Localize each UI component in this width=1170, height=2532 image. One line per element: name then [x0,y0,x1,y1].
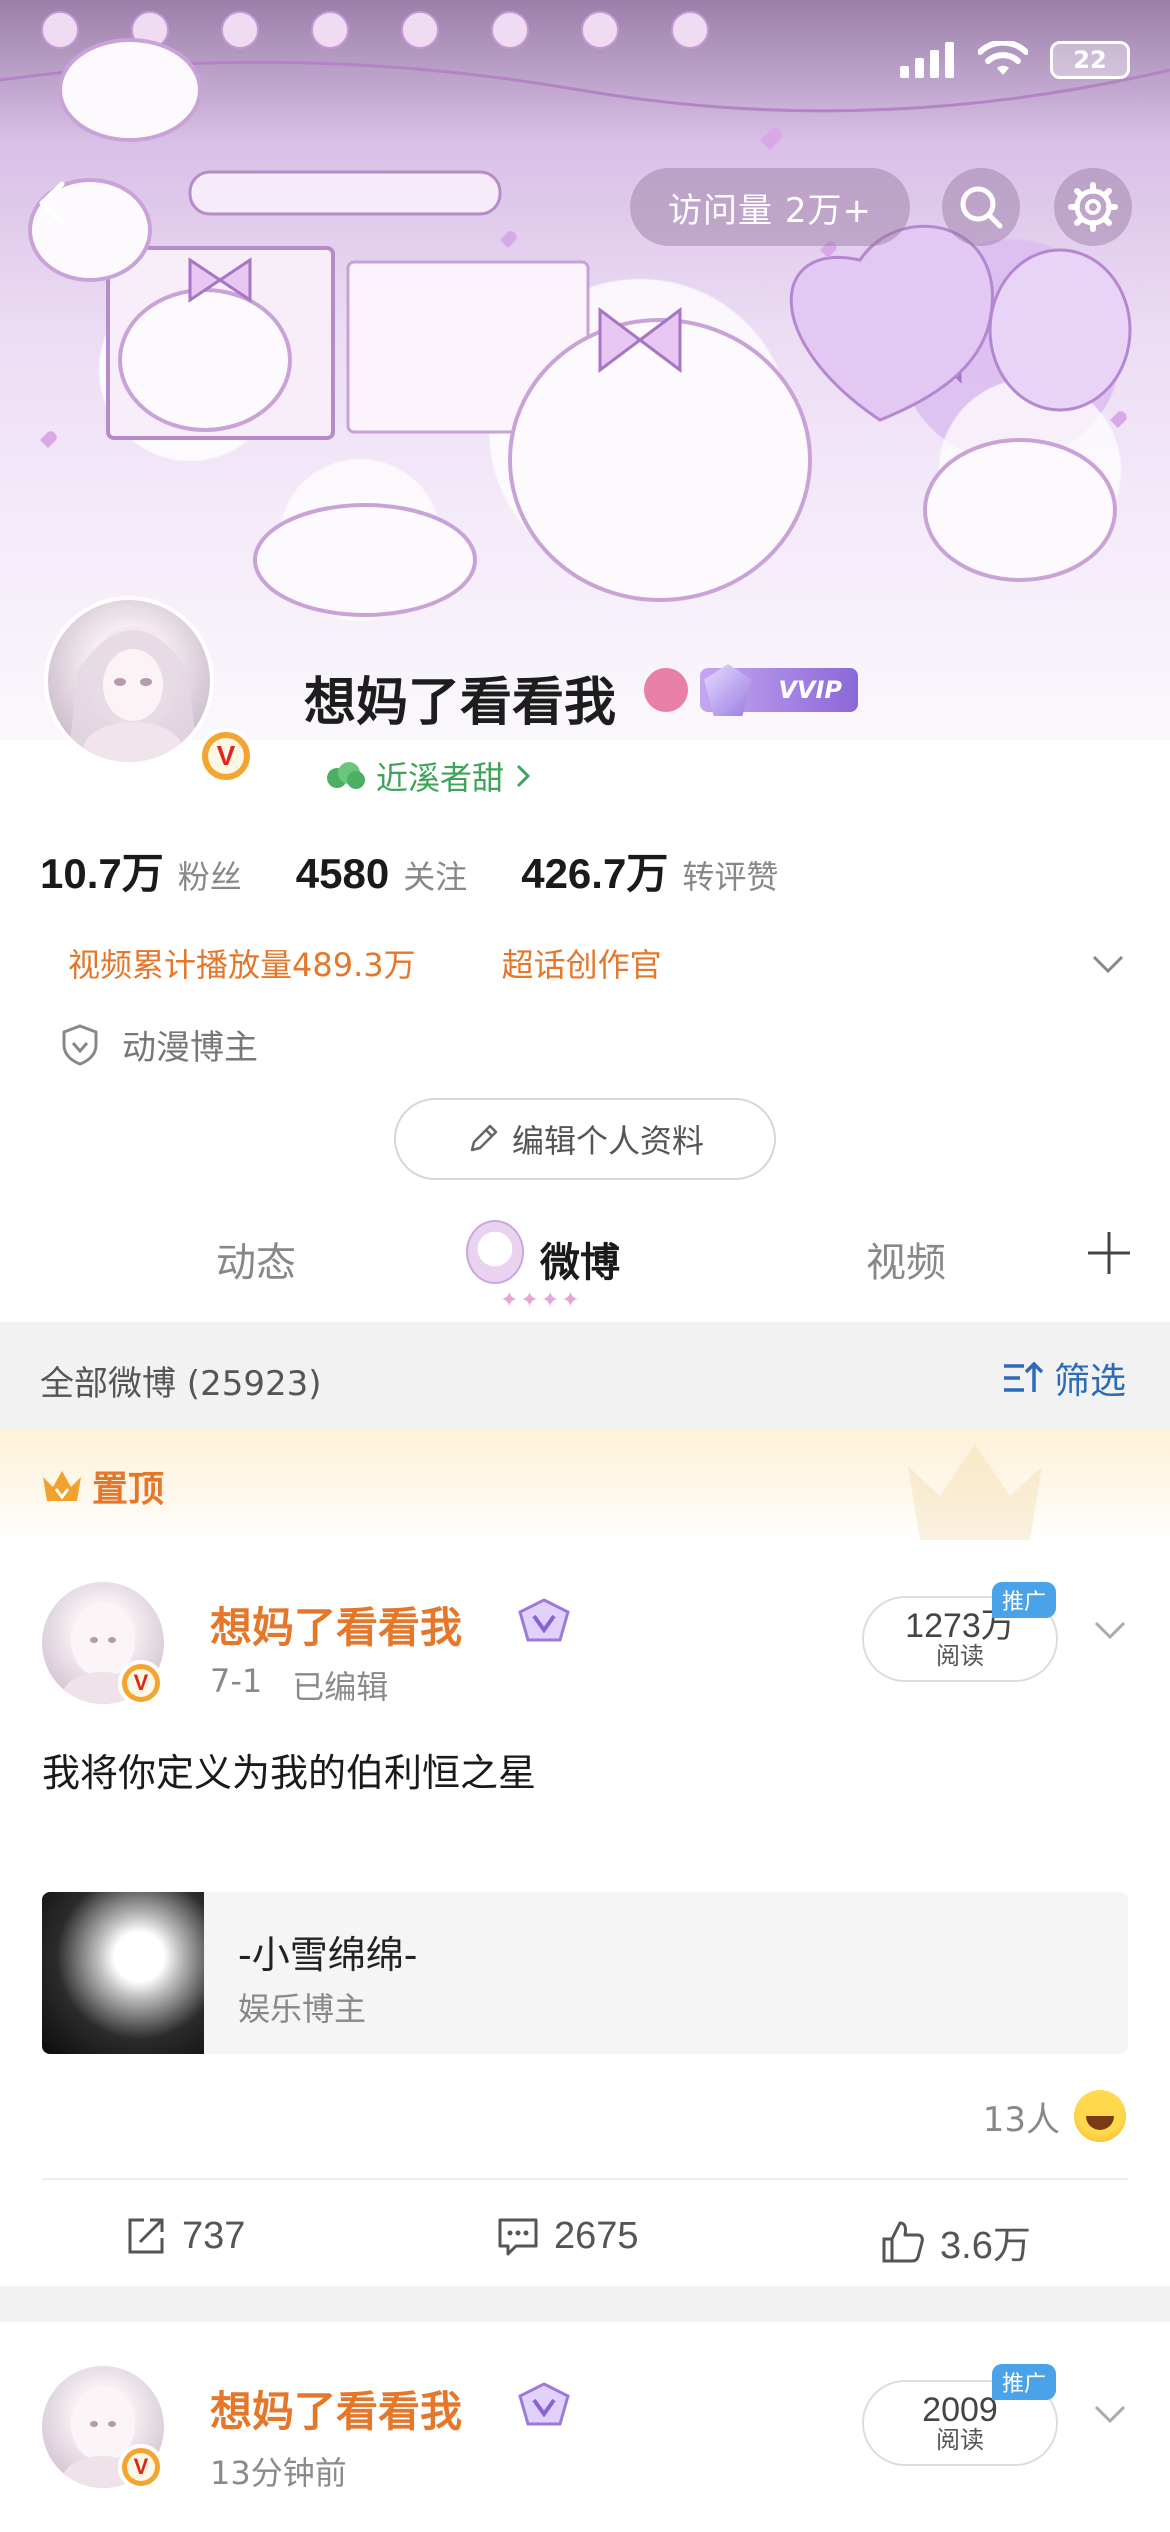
comment-button[interactable]: 2675 [496,2214,639,2258]
battery-indicator: 22 [1050,41,1130,79]
promote-badge[interactable]: 推广 [992,2364,1056,2400]
post-author-name[interactable]: 想妈了看看我 [210,1594,462,1655]
stat-following[interactable]: 4580 关注 [296,850,467,898]
add-tab-icon[interactable] [1084,1228,1134,1278]
tab-weibo[interactable]: 微博 [540,1230,620,1288]
settings-button[interactable] [1054,168,1132,246]
shared-profile-thumbnail [42,1892,204,2054]
vvip-icon [518,1598,570,1642]
video-play-count-link[interactable]: 视频累计播放量489.3万 [68,940,416,986]
chevron-right-icon [516,764,531,788]
profile-tag-label: 动漫博主 [122,1028,258,1068]
stat-number: 4580 [295,850,390,897]
chevron-down-icon[interactable] [1088,944,1128,984]
banner-illustration [0,11,1170,617]
pinned-header: 置顶 [0,1430,1170,1540]
filter-button[interactable]: 筛选 [1002,1352,1126,1404]
comment-icon [498,2218,538,2256]
stat-label: 粉丝 [177,858,242,896]
fan-group-label: 近溪者甜 [376,759,505,797]
pinned-label-group: 置顶 [40,1460,164,1512]
verified-badge-icon: V [198,728,254,784]
weibo-post[interactable]: V 想妈了看看我 13分钟前 2009 阅读 推广 [0,2322,1170,2532]
chevron-down-icon[interactable] [1090,1610,1130,1650]
filter-label: 筛选 [1053,1361,1126,1402]
read-label: 阅读 [936,1642,984,1671]
post-divider [42,2178,1128,2180]
profile-highlights: 视频累计播放量489.3万 超话创作官 [68,940,662,986]
tab-video[interactable]: 视频 [866,1230,946,1288]
status-bar: 22 [900,38,1130,82]
repost-count: 737 [182,2214,246,2257]
stat-label: 转评赞 [682,858,779,896]
like-count: 3.6万 [940,2225,1031,2267]
profile-tabs: 动态 微博 ✦✦✦✦ 视频 [0,1200,1170,1320]
profile-avatar[interactable] [44,596,214,766]
pencil-icon [470,1124,498,1152]
tab-indicator-icon: ✦✦✦✦ [500,1288,582,1313]
post-time: 13分钟前 [210,2454,347,2492]
verified-badge-icon: V [118,2444,164,2490]
reaction-count: 13人 [982,2099,1060,2140]
post-meta: 13分钟前 [210,2448,347,2494]
profile-stats: 10.7万 粉丝 4580 关注 426.7万 转评赞 [40,840,832,901]
pinned-label: 置顶 [92,1469,165,1510]
stat-engagement[interactable]: 426.7万 转评赞 [521,840,778,901]
fan-group-button[interactable]: 近溪者甜 [304,748,557,804]
chevron-down-icon[interactable] [1090,2394,1130,2434]
crown-icon [43,1471,81,1501]
stat-label: 关注 [403,858,468,896]
post-date: 7-1 [210,1662,263,1700]
like-button[interactable]: 3.6万 [880,2214,1031,2269]
post-separator [0,2286,1170,2322]
reaction-summary[interactable]: 13人 [983,2090,1126,2142]
repost-button[interactable]: 737 [124,2214,245,2258]
super-topic-creator-link[interactable]: 超话创作官 [502,940,662,986]
profile-name: 想妈了看看我 [304,673,617,733]
search-button[interactable] [942,168,1020,246]
vvip-badge[interactable]: VVIP [700,668,858,712]
weibo-filter-bar: 全部微博 (25923) 筛选 [0,1322,1170,1430]
share-icon [128,2218,164,2254]
shield-icon [62,1023,98,1066]
vvip-icon [518,2382,570,2426]
edit-profile-button[interactable]: 编辑个人资料 [394,1098,776,1180]
comment-count: 2675 [554,2214,639,2257]
thumbs-up-icon [882,2221,924,2262]
tab-mascot-icon [466,1220,524,1284]
search-icon [960,186,1003,229]
filter-icon [1003,1361,1044,1392]
wifi-icon [978,41,1028,75]
stat-followers[interactable]: 10.7万 粉丝 [40,840,242,901]
edit-profile-label: 编辑个人资料 [511,1122,704,1160]
shared-profile-name: -小雪绵绵- [238,1933,418,1977]
cellular-signal-icon [900,42,954,78]
visits-counter[interactable]: 访问量 2万+ [630,168,910,246]
stat-number: 10.7万 [40,850,164,897]
read-count: 2009 [922,2390,998,2429]
tab-feed[interactable]: 动态 [216,1230,296,1288]
crown-watermark-icon [908,1444,1042,1540]
promote-badge[interactable]: 推广 [992,1582,1056,1618]
gear-icon [1068,182,1118,232]
profile-tag[interactable]: 动漫博主 [60,1020,258,1069]
post-meta: 7-1 已编辑 [210,1662,388,1708]
post-edited-label[interactable]: 已编辑 [292,1662,388,1708]
post-author-name[interactable]: 想妈了看看我 [210,2378,462,2439]
read-label: 阅读 [936,2426,984,2455]
search-badge-icon[interactable] [644,668,688,712]
back-arrow-icon[interactable] [30,178,80,228]
cloud-icon [327,762,365,789]
post-text: 我将你定义为我的伯利恒之星 [42,1751,537,1795]
avatar-illustration [68,626,198,762]
shared-profile-role: 娱乐博主 [238,1990,367,2028]
verified-badge-icon: V [118,1660,164,1706]
post-actions: 737 2675 3.6万 [0,2194,1170,2294]
shared-profile-card[interactable]: -小雪绵绵- 娱乐博主 [42,1892,1128,2054]
stat-number: 426.7万 [521,850,669,897]
weibo-count-title: 全部微博 (25923) [40,1364,322,1404]
laughing-emoji-icon [1074,2090,1126,2142]
